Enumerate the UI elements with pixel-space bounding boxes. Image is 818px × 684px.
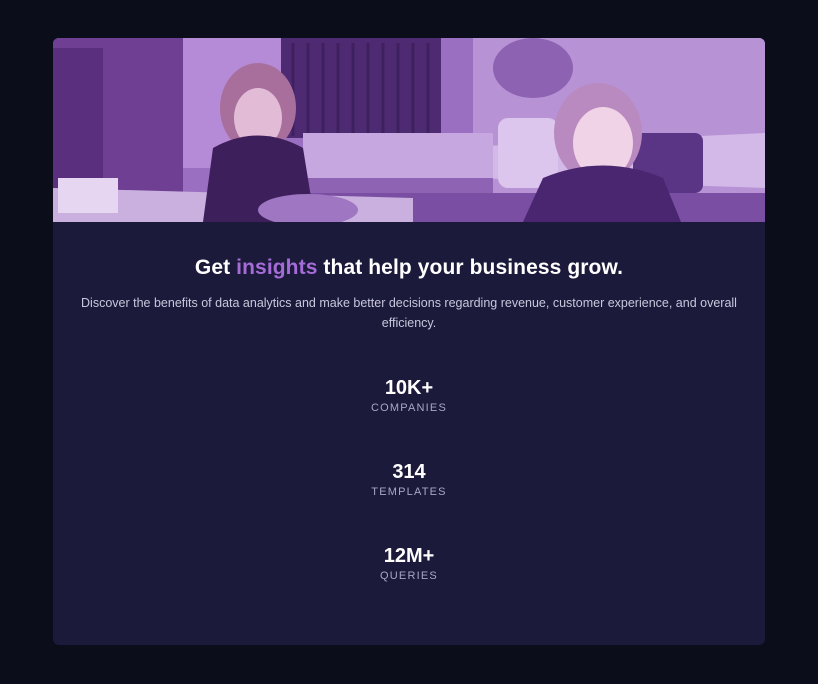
hero-image	[53, 38, 765, 222]
insights-card: Get insights that help your business gro…	[53, 38, 765, 645]
stat-label: TEMPLATES	[371, 486, 447, 498]
stat-companies: 10K+ COMPANIES	[53, 375, 765, 459]
title-highlight: insights	[236, 256, 318, 279]
stat-templates: 314 TEMPLATES	[53, 459, 765, 543]
stat-value: 12M+	[383, 545, 435, 567]
stats-list: 10K+ COMPANIES 314 TEMPLATES 12M+ QUERIE…	[53, 375, 765, 627]
stat-queries: 12M+ QUERIES	[53, 543, 765, 627]
description: Discover the benefits of data analytics …	[81, 296, 737, 330]
card-content: Get insights that help your business gro…	[53, 254, 765, 627]
title-prefix: Get	[194, 256, 237, 279]
hero-photo-illustration	[53, 38, 765, 222]
title-suffix: that help your business grow.	[317, 256, 624, 279]
stat-label: QUERIES	[380, 570, 438, 582]
stat-label: COMPANIES	[371, 402, 447, 414]
page-title: Get insights that help your business gro…	[53, 254, 765, 282]
stat-value: 314	[392, 461, 426, 483]
stat-value: 10K+	[384, 377, 434, 399]
